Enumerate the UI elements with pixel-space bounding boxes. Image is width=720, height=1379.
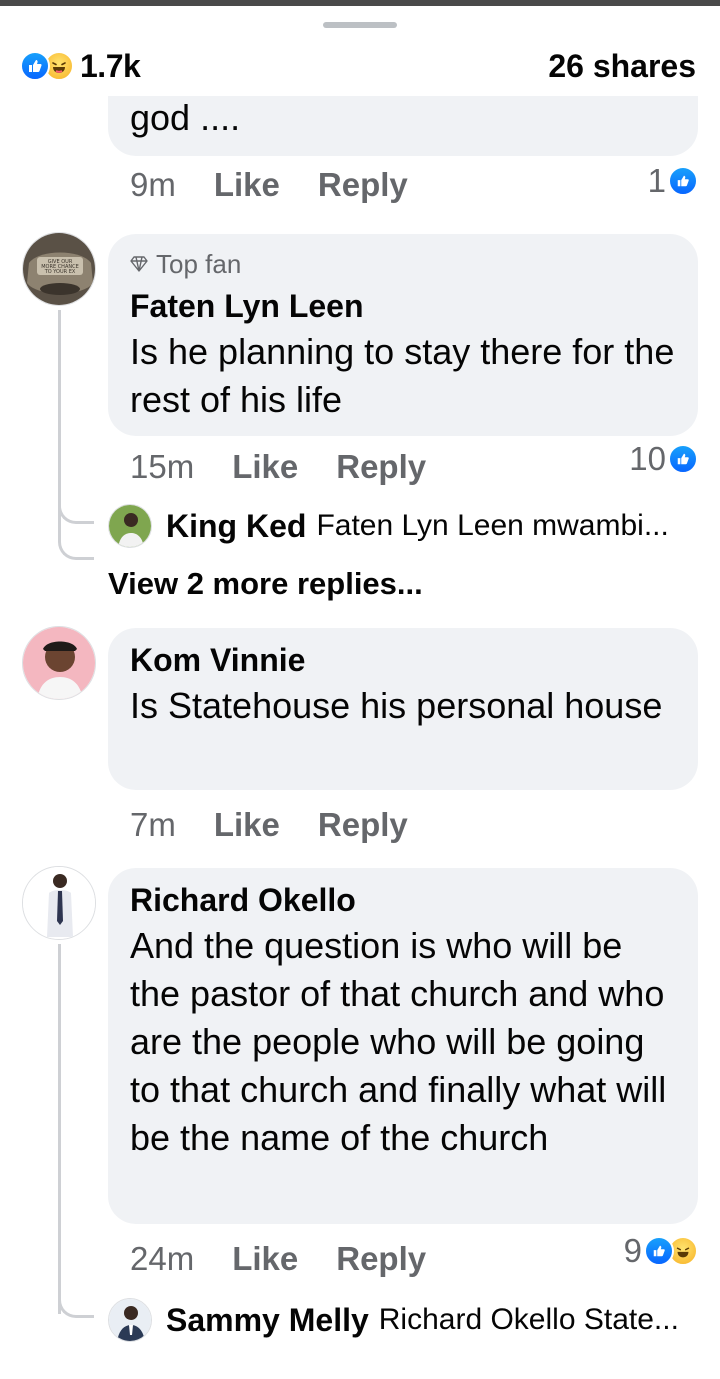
comment-time: 24m	[130, 1240, 195, 1277]
comment-actions: 15m Like Reply	[130, 448, 464, 486]
like-button[interactable]: Like	[232, 448, 298, 486]
shares-count[interactable]: 26 shares	[548, 48, 696, 85]
comment-text: Is he planning to stay there for the res…	[130, 331, 675, 420]
view-more-replies[interactable]: View 2 more replies...	[108, 566, 423, 602]
comment-time: 7m	[130, 806, 176, 843]
reply-snippet: Faten Lyn Leen mwambi...	[316, 509, 669, 542]
comment-bubble[interactable]: Richard Okello And the question is who w…	[108, 868, 698, 1224]
svg-text:TO YOUR EX: TO YOUR EX	[44, 269, 76, 275]
comment-actions: 7m Like Reply	[130, 806, 446, 844]
reply-button[interactable]: Reply	[336, 448, 426, 486]
avatar[interactable]	[22, 866, 96, 940]
comment-author[interactable]: Kom Vinnie	[130, 638, 676, 682]
comment-bubble[interactable]: Top fan Faten Lyn Leen Is he planning to…	[108, 234, 698, 436]
comment-bubble[interactable]: Kom Vinnie Is Statehouse his personal ho…	[108, 628, 698, 790]
comment-author[interactable]: Richard Okello	[130, 878, 676, 922]
comment-reaction-count[interactable]: 9	[624, 1232, 698, 1270]
comment-text: god ....	[130, 97, 241, 138]
comment-text: Is Statehouse his personal house	[130, 685, 663, 726]
comment-actions: 9m Like Reply	[130, 166, 446, 204]
comments-sheet: 1.7k 26 shares god .... 9m Like Reply 1 …	[0, 6, 720, 1379]
comment-time: 15m	[130, 448, 195, 485]
reaction-summary-bar: 1.7k 26 shares	[0, 36, 720, 96]
thread-connector	[58, 460, 94, 560]
like-button[interactable]: Like	[214, 166, 280, 204]
top-fan-badge: Top fan	[130, 248, 676, 280]
comment-time: 9m	[130, 166, 176, 203]
thread-line	[58, 944, 61, 1314]
reply-preview[interactable]: King Ked Faten Lyn Leen mwambi...	[108, 504, 669, 548]
reaction-number: 10	[629, 440, 666, 477]
thread-line	[58, 310, 61, 482]
like-icon	[668, 166, 698, 196]
comment-reaction-count[interactable]: 10	[629, 440, 698, 478]
reply-button[interactable]: Reply	[318, 166, 408, 204]
avatar[interactable]: GIVE OUR MORE CHANCE TO YOUR EX	[22, 232, 96, 306]
reaction-summary[interactable]: 1.7k	[20, 47, 141, 85]
reaction-count: 1.7k	[80, 47, 141, 84]
reply-author: Sammy Melly	[166, 1301, 369, 1338]
reply-snippet: Richard Okello State...	[378, 1303, 679, 1336]
reaction-number: 9	[623, 1232, 642, 1269]
like-button[interactable]: Like	[214, 806, 280, 844]
avatar	[108, 1298, 152, 1342]
like-icon	[20, 51, 50, 81]
like-icon	[668, 444, 698, 474]
badge-label: Top fan	[156, 249, 242, 279]
avatar[interactable]	[22, 626, 96, 700]
reaction-number: 1	[647, 162, 666, 199]
drag-handle[interactable]	[323, 22, 397, 28]
like-button[interactable]: Like	[232, 1240, 298, 1278]
thread-connector	[58, 1296, 94, 1318]
like-icon	[644, 1236, 674, 1266]
avatar	[108, 504, 152, 548]
reply-author: King Ked	[166, 507, 307, 544]
reply-preview[interactable]: Sammy Melly Richard Okello State...	[108, 1298, 679, 1342]
comment-text: And the question is who will be the past…	[130, 925, 667, 1158]
reply-button[interactable]: Reply	[318, 806, 408, 844]
reply-button[interactable]: Reply	[336, 1240, 426, 1278]
comment-reaction-count[interactable]: 1	[648, 162, 698, 200]
diamond-icon	[130, 256, 148, 272]
comment-author[interactable]: Faten Lyn Leen	[130, 284, 676, 328]
comment-actions: 24m Like Reply	[130, 1240, 464, 1278]
